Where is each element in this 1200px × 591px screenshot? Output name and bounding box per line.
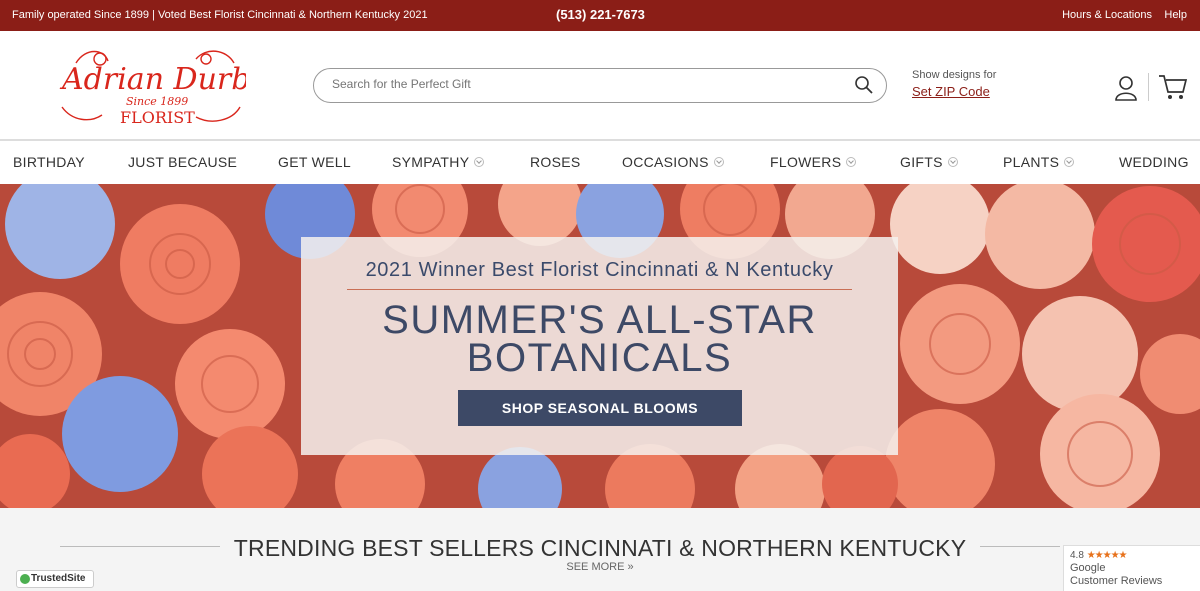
nav-item-birthday[interactable]: BIRTHDAY xyxy=(13,154,85,170)
star-rating-icon: ★★★★★ xyxy=(1086,550,1128,561)
nav-item-roses[interactable]: ROSES xyxy=(530,154,581,170)
trending-section: TRENDING BEST SELLERS CINCINNATI & NORTH… xyxy=(0,508,1200,591)
chevron-down-icon xyxy=(713,157,724,167)
nav-item-occasions[interactable]: OCCASIONS xyxy=(622,154,724,170)
set-zip-link[interactable]: Set ZIP Code xyxy=(912,84,996,99)
nav-item-flowers[interactable]: FLOWERS xyxy=(770,154,857,170)
hero-banner[interactable]: 2021 Winner Best Florist Cincinnati & N … xyxy=(0,184,1200,508)
account-icon[interactable] xyxy=(1114,75,1138,101)
site-header: Adrian Durban Since 1899 FLORIST Show de… xyxy=(0,31,1200,140)
nav-item-gifts[interactable]: GIFTS xyxy=(900,154,958,170)
trustedsite-label: TrustedSite xyxy=(31,573,86,584)
checkmark-icon xyxy=(20,574,30,584)
search-icon[interactable] xyxy=(854,75,874,95)
nav-item-sympathy[interactable]: SYMPATHY xyxy=(392,154,485,170)
chevron-down-icon xyxy=(947,157,958,167)
section-title: TRENDING BEST SELLERS CINCINNATI & NORTH… xyxy=(233,535,967,561)
logo-florist: FLORIST xyxy=(120,108,195,127)
main-nav: BIRTHDAY JUST BECAUSE GET WELL SYMPATHY … xyxy=(0,140,1200,184)
google-rating-value: 4.8 xyxy=(1070,550,1084,561)
customer-reviews-label: Customer Reviews xyxy=(1070,575,1163,587)
tagline: Family operated Since 1899 | Voted Best … xyxy=(12,9,428,21)
site-logo[interactable]: Adrian Durban Since 1899 FLORIST xyxy=(56,45,246,127)
cart-icon[interactable] xyxy=(1158,73,1188,101)
google-rating-row: 4.8 ★★★★★ xyxy=(1070,550,1194,561)
google-label: Google xyxy=(1070,562,1106,574)
top-bar: Family operated Since 1899 | Voted Best … xyxy=(0,0,1200,31)
search-input[interactable] xyxy=(332,77,832,91)
hero-headline: SUMMER'S ALL-STAR BOTANICALS xyxy=(301,298,898,380)
hero-promo-panel: 2021 Winner Best Florist Cincinnati & N … xyxy=(301,237,898,455)
hero-headline-line-2: BOTANICALS xyxy=(466,336,733,380)
chevron-down-icon xyxy=(474,157,485,167)
shop-seasonal-button[interactable]: SHOP SEASONAL BLOOMS xyxy=(458,390,742,426)
nav-item-wedding[interactable]: WEDDING xyxy=(1119,154,1189,170)
search-bar[interactable] xyxy=(313,68,887,103)
phone-link[interactable]: (513) 221-7673 xyxy=(556,7,645,22)
award-text: 2021 Winner Best Florist Cincinnati & N … xyxy=(365,259,834,281)
nav-item-just-because[interactable]: JUST BECAUSE xyxy=(128,154,237,170)
nav-item-plants[interactable]: PLANTS xyxy=(1003,154,1075,170)
promo-divider xyxy=(347,289,852,290)
zip-selector: Show designs for Set ZIP Code xyxy=(912,69,996,99)
chevron-down-icon xyxy=(846,157,857,167)
google-reviews-badge[interactable]: 4.8 ★★★★★ Google Customer Reviews xyxy=(1063,545,1200,591)
chevron-down-icon xyxy=(1064,157,1075,167)
nav-item-get-well[interactable]: GET WELL xyxy=(278,154,351,170)
zip-label: Show designs for xyxy=(912,69,997,81)
see-more-link[interactable]: SEE MORE » xyxy=(0,561,1200,573)
hero-headline-line-1: SUMMER'S ALL-STAR xyxy=(382,298,817,342)
hours-locations-link[interactable]: Hours & Locations xyxy=(1062,9,1152,21)
help-link[interactable]: Help xyxy=(1164,9,1187,21)
logo-wordmark: Adrian Durban xyxy=(59,62,246,97)
trustedsite-badge[interactable]: TrustedSite xyxy=(16,570,94,588)
header-divider xyxy=(1148,73,1149,101)
logo-since: Since 1899 xyxy=(126,95,188,108)
